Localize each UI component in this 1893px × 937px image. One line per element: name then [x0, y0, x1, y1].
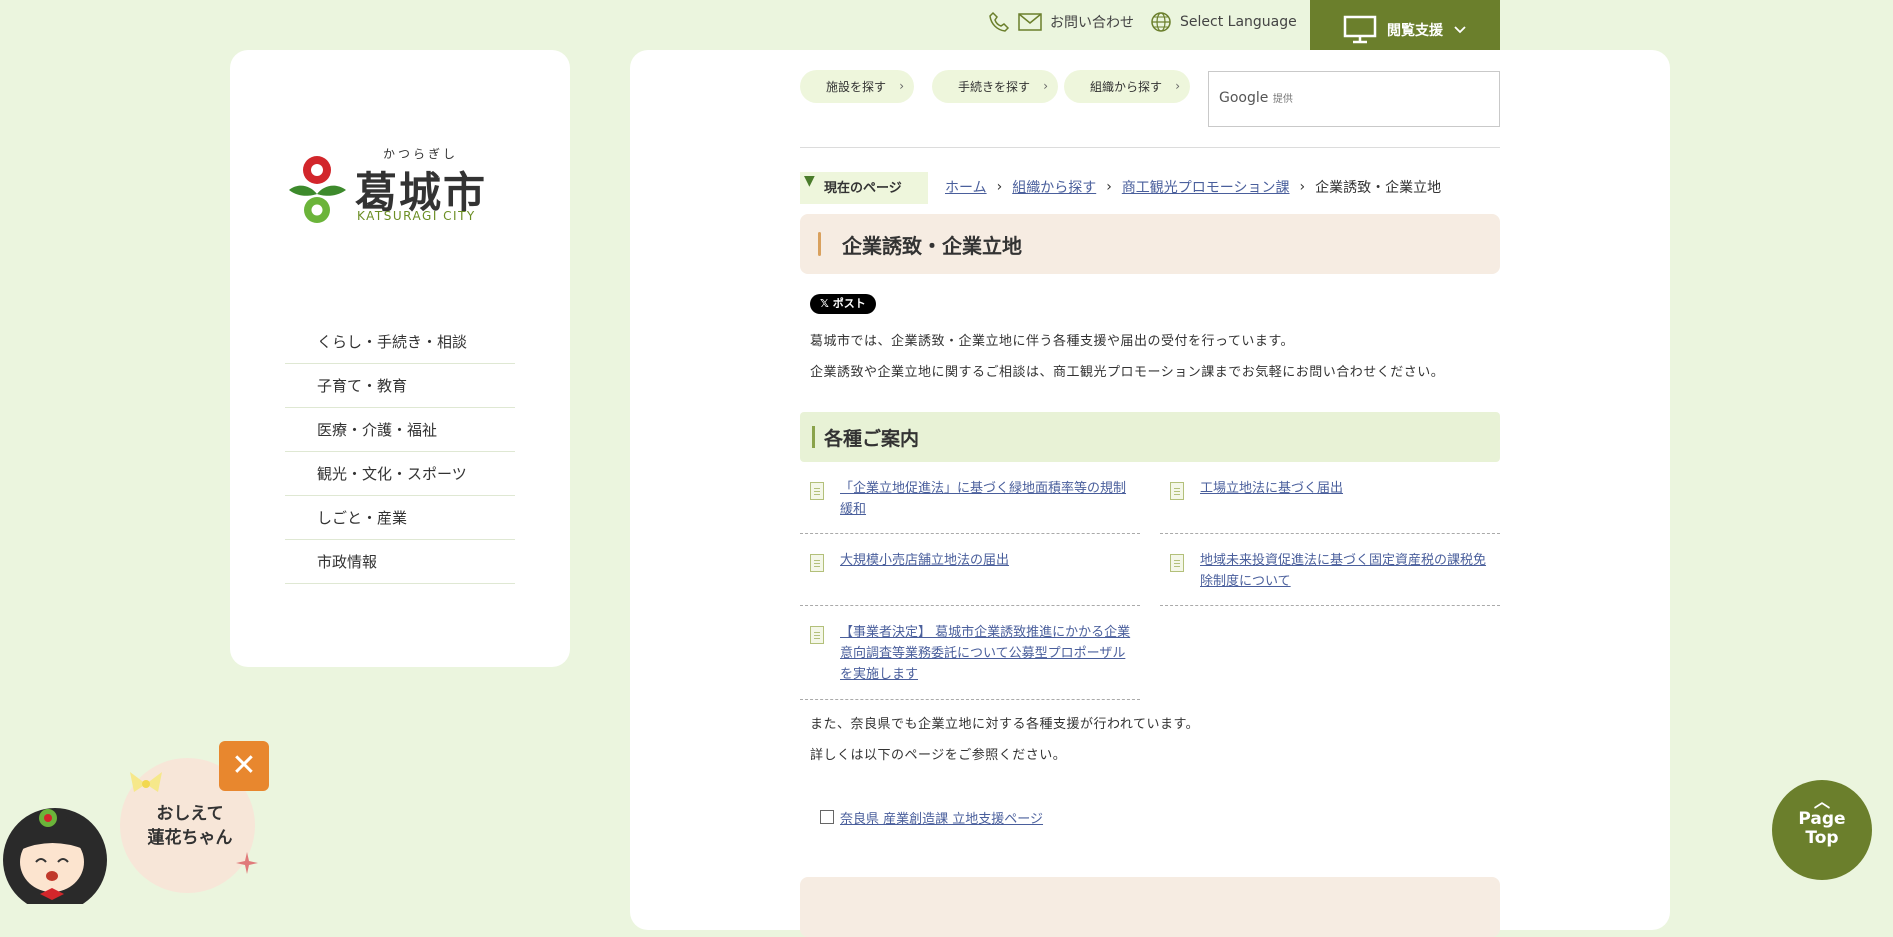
- section-accent: [812, 426, 815, 448]
- sidebar-item-welfare[interactable]: 医療・介護・福祉: [285, 408, 515, 452]
- chevron-right-icon: ›: [1175, 79, 1181, 93]
- find-procedure-button[interactable]: 手続きを探す ›: [932, 70, 1059, 103]
- document-icon: [1170, 482, 1184, 500]
- sparkle-icon: [236, 852, 258, 874]
- search-brand: Google: [1219, 90, 1269, 106]
- flag-icon: ▼: [804, 173, 815, 189]
- find-facility-button[interactable]: 施設を探す ›: [800, 70, 915, 103]
- accessibility-label: 閲覧支援: [1387, 23, 1443, 39]
- outro-text-1: また、奈良県でも企業立地に対する各種支援が行われています。: [810, 717, 1200, 732]
- list-item: 地域未来投資促進法に基づく固定資産税の課税免除制度について: [1160, 550, 1500, 606]
- x-post-button[interactable]: 𝕏 ポスト: [810, 294, 876, 314]
- page-top-line1: Page: [1798, 809, 1846, 829]
- language-selector[interactable]: Select Language: [1150, 11, 1297, 33]
- list-item: 大規模小売店舗立地法の届出: [800, 550, 1140, 606]
- sidebar-item-industry[interactable]: しごと・産業: [285, 496, 515, 540]
- contact-link[interactable]: お問い合わせ: [988, 11, 1134, 33]
- intro-text-1: 葛城市では、企業誘致・企業立地に伴う各種支援や届出の受付を行っています。: [810, 334, 1295, 349]
- link-nara-prefecture[interactable]: 奈良県 産業創造課 立地支援ページ: [840, 808, 1043, 827]
- link-proposal-announcement[interactable]: 【事業者決定】 葛城市企業誘致推進にかかる企業意向調査等業務委託について公募型プ…: [840, 622, 1136, 685]
- sidebar-item-childcare[interactable]: 子育て・教育: [285, 364, 515, 408]
- ribbon-icon: [130, 772, 162, 792]
- globe-icon: [1151, 12, 1171, 32]
- mascot-line1: おしえて: [156, 804, 224, 824]
- breadcrumb-current: 企業誘致・企業立地: [1315, 180, 1442, 196]
- google-search-box[interactable]: Google 提供: [1208, 71, 1500, 127]
- breadcrumb: ホーム › 組織から探す › 商工観光プロモーション課 › 企業誘致・企業立地: [945, 177, 1441, 197]
- outro-text-2: 詳しくは以下のページをご参照ください。: [810, 748, 1067, 763]
- top-bar: お問い合わせ Select Language 閲覧支援: [0, 0, 1893, 60]
- mascot-line2: 蓮花ちゃん: [147, 828, 233, 848]
- site-logo[interactable]: かつらぎし 葛城市 KATSURAGI CITY: [285, 145, 495, 235]
- mail-icon: [1018, 13, 1042, 31]
- find-organization-label: 組織から探す: [1090, 80, 1163, 94]
- mascot-text: おしえて 蓮花ちゃん: [140, 802, 240, 850]
- search-provided: 提供: [1272, 94, 1293, 105]
- find-organization-button[interactable]: 組織から探す ›: [1064, 70, 1191, 103]
- page-top-line2: Top: [1805, 828, 1839, 848]
- chevron-right-icon: ›: [1299, 179, 1306, 195]
- document-icon: [810, 554, 824, 572]
- mascot-close-button[interactable]: ✕: [219, 741, 269, 791]
- page-top-button[interactable]: ︿ Page Top: [1772, 780, 1872, 880]
- title-accent: [818, 232, 821, 256]
- x-logo-icon: 𝕏: [820, 297, 833, 310]
- find-facility-label: 施設を探す: [826, 80, 887, 94]
- contact-label: お問い合わせ: [1050, 15, 1134, 31]
- list-item: 【事業者決定】 葛城市企業誘致推進にかかる企業意向調査等業務委託について公募型プ…: [800, 622, 1140, 700]
- city-emblem-icon: [289, 156, 346, 223]
- mascot-character-icon: [3, 808, 107, 904]
- chevron-right-icon: ›: [899, 79, 905, 93]
- sidebar-item-city-info[interactable]: 市政情報: [285, 540, 515, 584]
- divider: [800, 147, 1500, 148]
- chevron-right-icon: ›: [1043, 79, 1049, 93]
- main-content: 施設を探す › 手続きを探す › 組織から探す › Google 提供 ▼ 現在…: [630, 50, 1670, 937]
- chevron-up-icon: ︿: [1813, 792, 1830, 811]
- link-tax-exemption[interactable]: 地域未来投資促進法に基づく固定資産税の課税免除制度について: [1200, 550, 1496, 592]
- breadcrumb-home[interactable]: ホーム: [945, 177, 987, 197]
- list-item: 工場立地法に基づく届出: [1160, 478, 1500, 534]
- sidebar: かつらぎし 葛城市 KATSURAGI CITY くらし・手続き・相談 子育て・…: [230, 50, 570, 667]
- document-icon: [810, 626, 824, 644]
- phone-icon: [989, 11, 1010, 32]
- page-title: 企業誘致・企業立地: [842, 234, 1022, 258]
- sidebar-item-living[interactable]: くらし・手続き・相談: [285, 320, 515, 364]
- chevron-right-icon: ›: [1106, 179, 1112, 195]
- post-label: ポスト: [832, 297, 866, 310]
- breadcrumb-label-text: 現在のページ: [824, 181, 902, 196]
- document-icon: [810, 482, 824, 500]
- link-large-store-act[interactable]: 大規模小売店舗立地法の届出: [840, 550, 1136, 571]
- next-section-box: [800, 877, 1500, 937]
- monitor-icon: [1343, 15, 1377, 44]
- breadcrumb-department[interactable]: 商工観光プロモーション課: [1122, 177, 1290, 197]
- section-title: 各種ご案内: [824, 428, 920, 450]
- breadcrumb-organization[interactable]: 組織から探す: [1012, 177, 1096, 197]
- find-procedure-label: 手続きを探す: [958, 80, 1031, 94]
- logo-english: KATSURAGI CITY: [357, 209, 476, 223]
- document-icon: [1170, 554, 1184, 572]
- external-link-icon: [820, 810, 834, 824]
- chevron-right-icon: ›: [996, 179, 1003, 195]
- sidebar-nav: くらし・手続き・相談 子育て・教育 医療・介護・福祉 観光・文化・スポーツ しご…: [285, 320, 515, 584]
- chevron-down-icon: [1454, 26, 1466, 34]
- sidebar-item-tourism[interactable]: 観光・文化・スポーツ: [285, 452, 515, 496]
- language-label: Select Language: [1180, 14, 1297, 30]
- intro-text-2: 企業誘致や企業立地に関するご相談は、商工観光プロモーション課までお気軽にお問い合…: [810, 365, 1445, 380]
- link-factory-location-act[interactable]: 工場立地法に基づく届出: [1200, 478, 1496, 499]
- section-heading: 各種ご案内: [800, 412, 1500, 462]
- list-item: 「企業立地促進法」に基づく緑地面積率等の規制緩和: [800, 478, 1140, 534]
- breadcrumb-label: ▼ 現在のページ: [800, 172, 928, 204]
- page-title-box: 企業誘致・企業立地: [800, 214, 1500, 274]
- link-greenery-deregulation[interactable]: 「企業立地促進法」に基づく緑地面積率等の規制緩和: [840, 478, 1136, 520]
